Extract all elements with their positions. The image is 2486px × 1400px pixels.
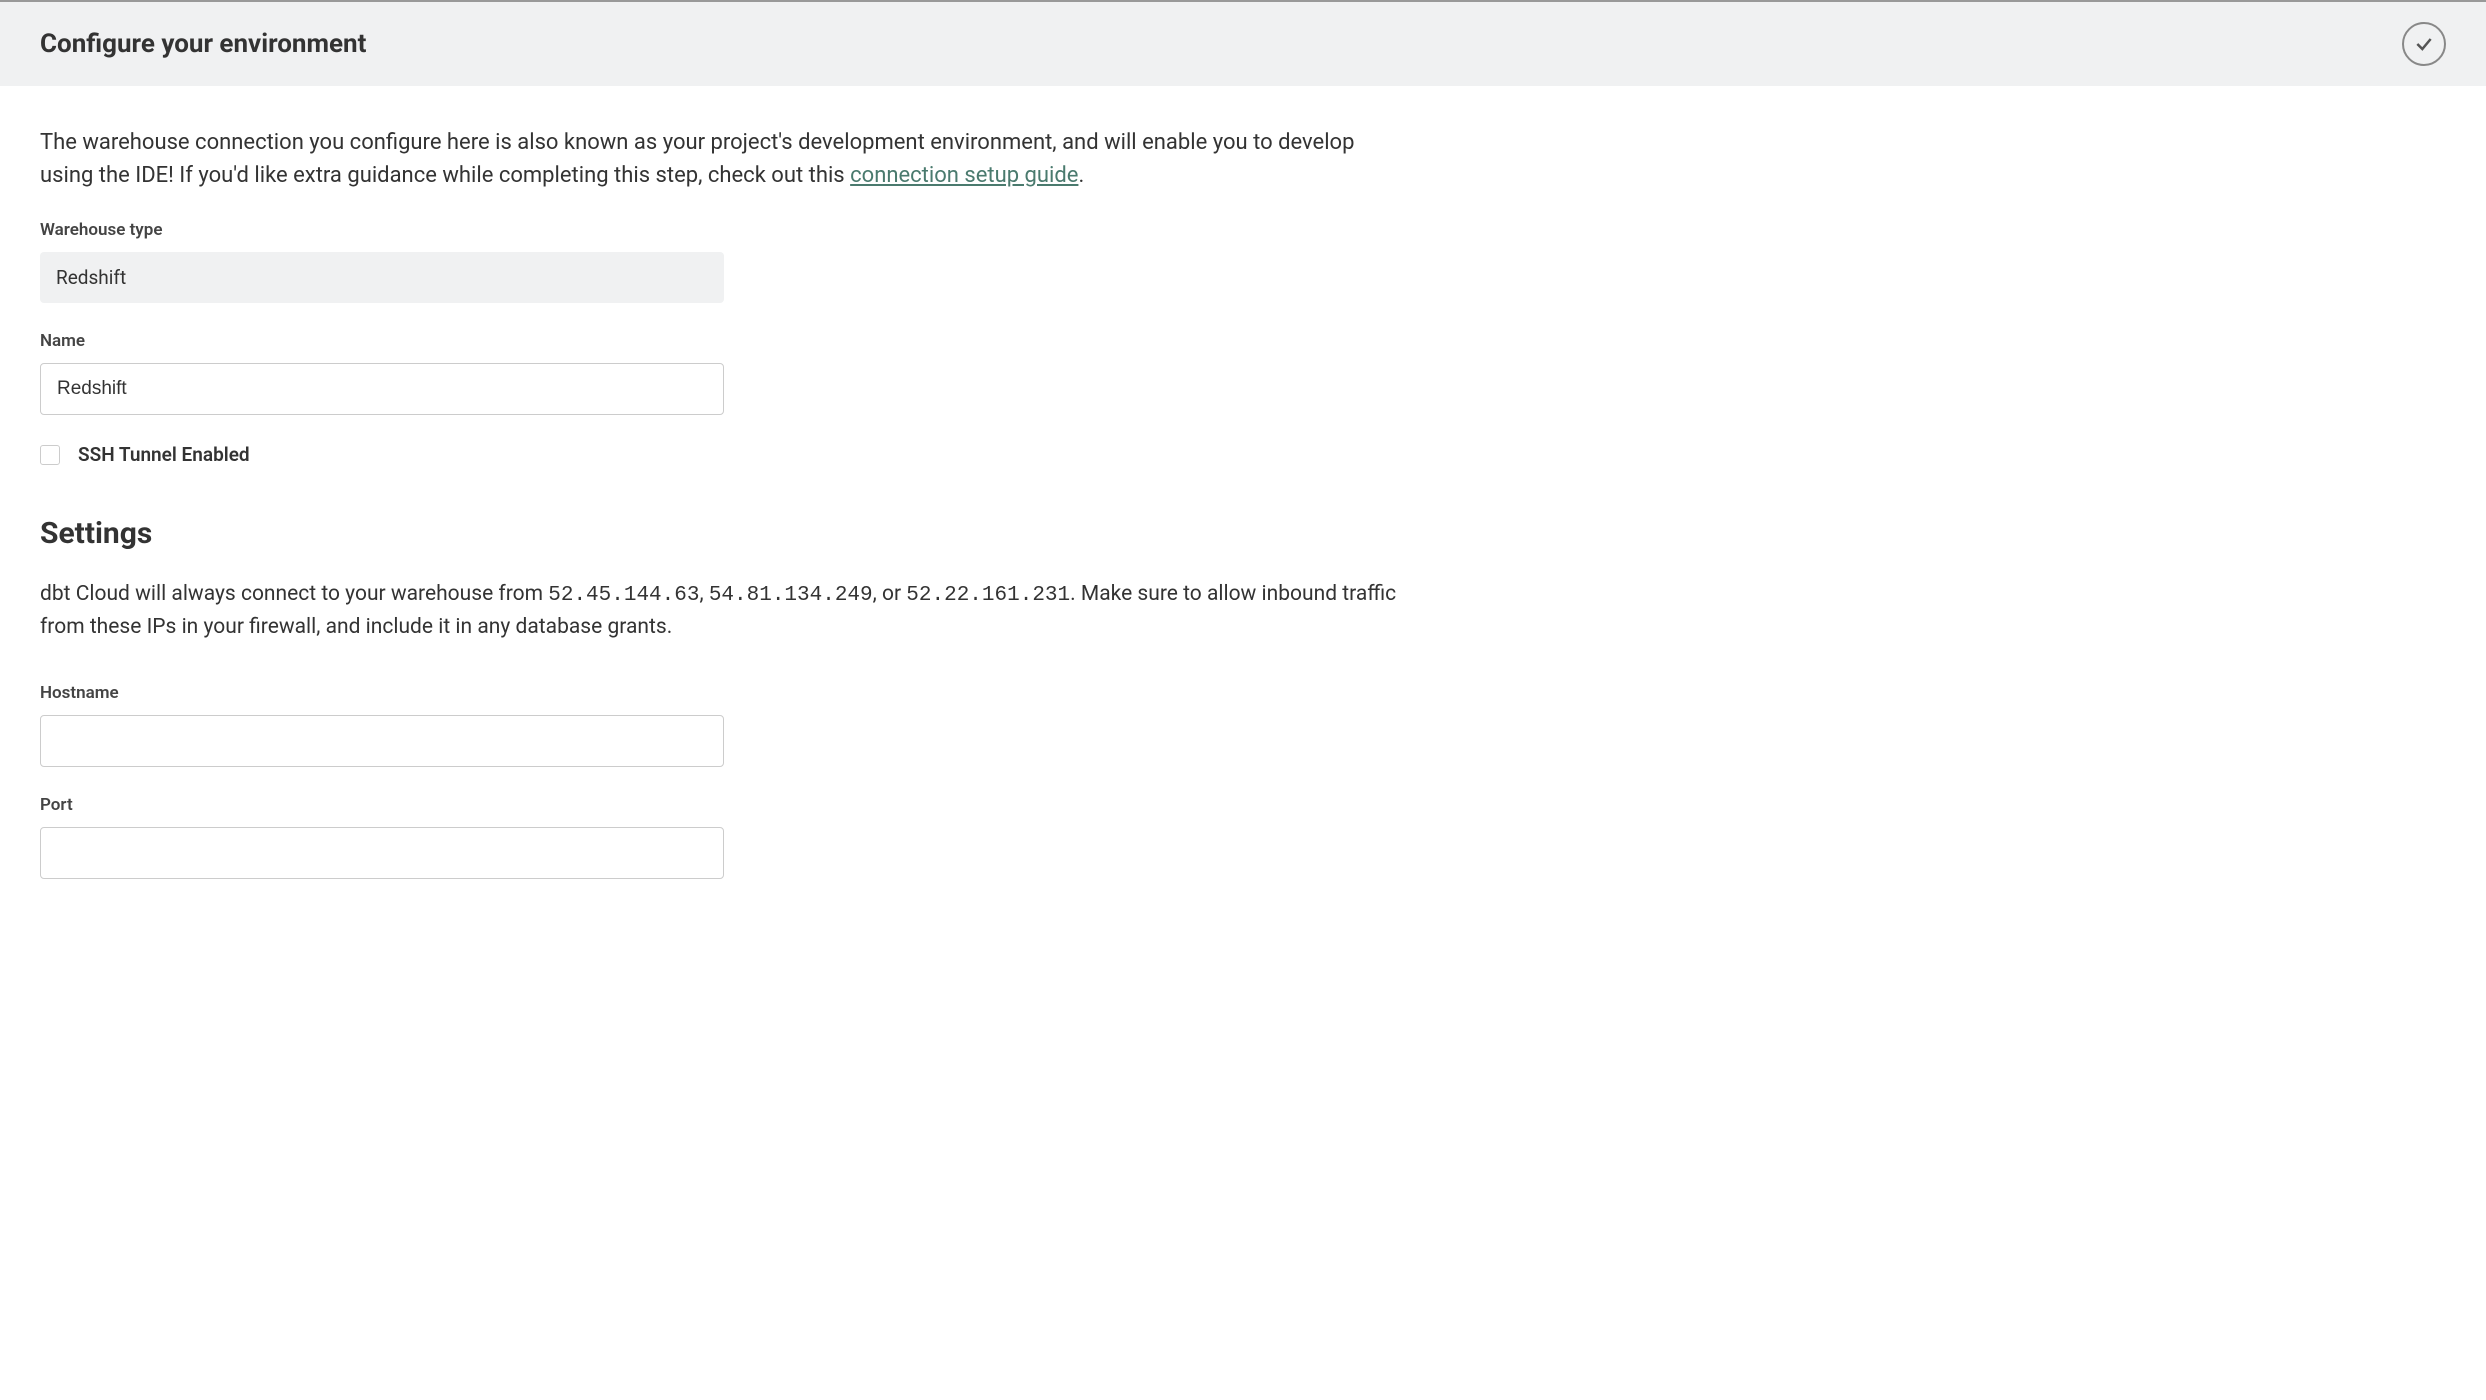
hostname-field: Hostname [40, 683, 2446, 767]
hostname-label: Hostname [40, 683, 2446, 703]
name-field: Name [40, 331, 2446, 415]
hostname-input[interactable] [40, 715, 724, 767]
ssh-tunnel-checkbox[interactable] [40, 445, 60, 465]
port-field: Port [40, 795, 2446, 879]
name-label: Name [40, 331, 2446, 351]
name-input[interactable] [40, 363, 724, 415]
port-input[interactable] [40, 827, 724, 879]
intro-text-before: The warehouse connection you configure h… [40, 130, 1354, 188]
ssh-tunnel-label: SSH Tunnel Enabled [78, 443, 250, 466]
check-icon [2414, 34, 2434, 54]
warehouse-type-label: Warehouse type [40, 220, 2446, 240]
intro-paragraph: The warehouse connection you configure h… [40, 126, 1390, 192]
warehouse-type-field: Warehouse type Redshift [40, 220, 2446, 303]
ip-address-1: 52.45.144.63 [548, 584, 699, 607]
ip-sep-2: , or [873, 582, 907, 606]
ssh-tunnel-row: SSH Tunnel Enabled [40, 443, 2446, 466]
ip-address-2: 54.81.134.249 [709, 584, 873, 607]
confirm-button[interactable] [2402, 22, 2446, 66]
page-title: Configure your environment [40, 29, 366, 59]
header-bar: Configure your environment [0, 0, 2486, 86]
settings-paragraph: dbt Cloud will always connect to your wa… [40, 579, 1400, 643]
intro-text-after: . [1078, 163, 1084, 188]
port-label: Port [40, 795, 2446, 815]
settings-heading: Settings [40, 516, 2446, 551]
warehouse-type-select[interactable]: Redshift [40, 252, 724, 303]
content-area: The warehouse connection you configure h… [0, 86, 2486, 947]
ip-address-3: 52.22.161.231 [906, 584, 1070, 607]
ip-sep-1: , [699, 582, 708, 606]
connection-setup-guide-link[interactable]: connection setup guide [850, 163, 1078, 188]
settings-text-before: dbt Cloud will always connect to your wa… [40, 582, 548, 606]
